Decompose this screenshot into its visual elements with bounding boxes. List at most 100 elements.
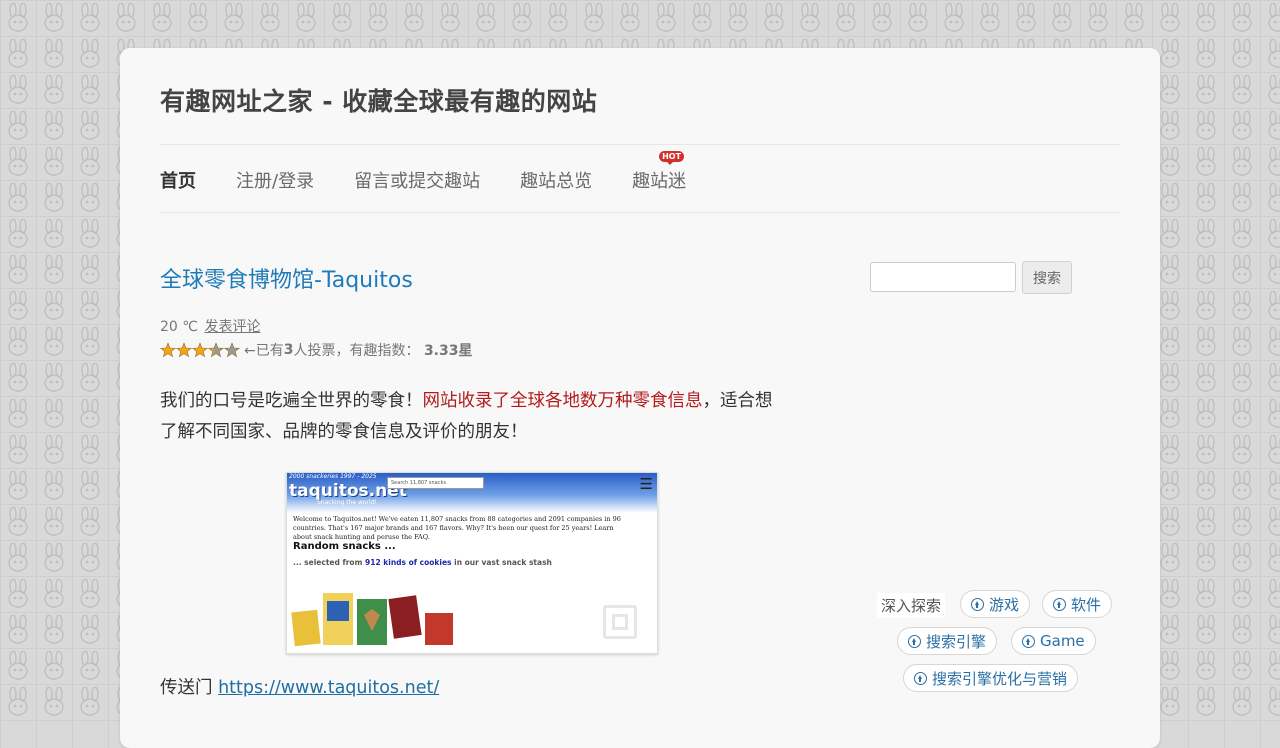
portal-link[interactable]: https://www.taquitos.net/ [218,678,439,698]
bunny-icon [1228,579,1256,609]
rating-score: 3.33星 [424,340,473,360]
bunny-icon [1156,399,1184,429]
arrow-up-circle-icon [908,635,921,648]
bunny-icon [76,147,104,177]
bunny-icon [1228,615,1256,645]
snack-images [291,591,461,649]
bunny-icon [4,183,32,213]
bunny-icon [1156,435,1184,465]
bunny-icon [76,579,104,609]
bunny-icon [1228,687,1256,717]
bunny-icon [1192,363,1220,393]
star-icon[interactable] [192,342,208,358]
nav-item-submit[interactable]: 留言或提交趣站 [354,167,480,193]
tag-games[interactable]: 游戏 [960,590,1030,618]
bunny-icon [1264,435,1280,465]
bunny-icon [76,615,104,645]
portal-line: 传送门 https://www.taquitos.net/ [160,674,439,699]
bunny-icon [1192,471,1220,501]
selected-suffix: in our vast snack stash [452,558,552,567]
bunny-icon [652,3,680,33]
bunny-icon [1192,255,1220,285]
bunny-icon [1228,363,1256,393]
tag-seo[interactable]: 搜索引擎优化与营销 [903,664,1078,692]
bunny-icon [1156,183,1184,213]
bunny-icon [4,39,32,69]
comment-link[interactable]: 发表评论 [204,319,260,335]
bunny-icon [1120,3,1148,33]
bunny-icon [472,3,500,33]
nav-item-home[interactable]: 首页 [160,167,196,193]
bunny-icon [1228,75,1256,105]
bunny-icon [1156,651,1184,681]
bunny-icon [544,3,572,33]
bunny-icon [40,111,68,141]
portal-label: 传送门 [160,678,218,698]
votes-count: 3 [284,342,294,358]
bunny-icon [256,3,284,33]
nav-item-overview[interactable]: 趣站总览 [520,167,592,193]
bunny-icon [4,399,32,429]
bunny-icon [1192,579,1220,609]
bunny-icon [40,291,68,321]
post-content: 我们的口号是吃遍全世界的零食！网站收录了全球各地数万种零食信息，适合想了解不同国… [160,386,780,448]
bunny-icon [40,39,68,69]
bunny-icon [1156,219,1184,249]
bunny-icon [328,3,356,33]
bunny-icon [40,363,68,393]
star-icon[interactable] [160,342,176,358]
bunny-icon [580,3,608,33]
bunny-icon [4,255,32,285]
star-icon[interactable] [176,342,192,358]
bunny-icon [292,3,320,33]
bunny-icon [760,3,788,33]
bunny-icon [4,111,32,141]
star-rating[interactable] [160,342,240,358]
bunny-icon [4,147,32,177]
bunny-icon [1192,651,1220,681]
search-button[interactable]: 搜索 [1022,261,1072,294]
tag-label: Game [1040,632,1085,650]
bunny-icon [40,543,68,573]
bunny-icon [1228,39,1256,69]
bunny-icon [1228,255,1256,285]
bunny-icon [148,3,176,33]
site-title[interactable]: 有趣网址之家 - 收藏全球最有趣的网站 [160,82,597,118]
bunny-icon [1156,39,1184,69]
snack-bag [425,613,453,645]
hot-badge: HOT [659,151,684,162]
star-icon[interactable] [224,342,240,358]
tag-search-engines[interactable]: 搜索引擎 [897,627,997,655]
site-screenshot[interactable]: 2000 snackeries 1997 - 2025 taquitos.net… [286,472,658,654]
bunny-icon [1192,435,1220,465]
nav-item-fans[interactable]: HOT 趣站迷 [632,167,686,193]
tag-label: 游戏 [989,594,1019,615]
bunny-icon [40,507,68,537]
bunny-icon [1264,219,1280,249]
tag-label: 搜索引擎优化与营销 [932,668,1067,689]
page-card: 有趣网址之家 - 收藏全球最有趣的网站 首页 注册/登录 留言或提交趣站 趣站总… [120,48,1160,748]
bunny-icon [1228,291,1256,321]
bunny-icon [1264,687,1280,717]
bunny-icon [1192,291,1220,321]
bunny-icon [76,507,104,537]
bunny-icon [1048,3,1076,33]
bunny-icon [1228,111,1256,141]
bunny-icon [4,327,32,357]
snack-bag [291,610,320,647]
snack-bag [327,601,349,621]
search-input[interactable] [870,262,1016,292]
bunny-icon [976,3,1004,33]
tag-software[interactable]: 软件 [1042,590,1112,618]
nav-item-login[interactable]: 注册/登录 [236,167,314,193]
bunny-icon [40,615,68,645]
tag-game[interactable]: Game [1011,627,1096,655]
star-icon[interactable] [208,342,224,358]
bunny-icon [1228,327,1256,357]
bunny-icon [1156,327,1184,357]
post-title[interactable]: 全球零食博物馆-Taquitos [160,262,413,294]
fullscreen-icon [603,605,637,639]
selected-highlight: 912 kinds of cookies [365,558,452,567]
bunny-icon [40,435,68,465]
votes-prefix: ←已有 [244,340,284,360]
